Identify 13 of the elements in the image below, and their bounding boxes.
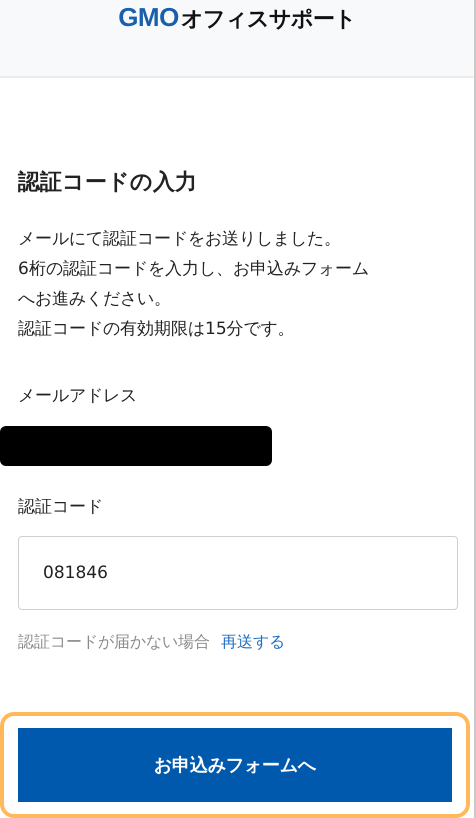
description-text: 6桁の認証コードを入力し、お申込みフォーム [18,258,370,281]
logo-service-text: オフィスサポート [180,6,356,34]
code-label: 認証コード [18,496,104,519]
description-text: 認証コードの有効期限は15分です。 [18,318,296,341]
description-text: へお進みください。 [18,288,172,311]
description-text: メールにて認証コードをお送りしました。 [18,228,342,251]
page-title: 認証コードの入力 [18,169,198,197]
logo-brand-text: GMO [118,2,179,33]
resend-link[interactable]: 再送する [221,632,286,651]
code-input-field[interactable]: 081846 [18,536,458,610]
submit-button[interactable]: お申込みフォームへ [18,728,452,802]
email-label: メールアドレス [18,385,138,408]
resend-hint-text: 認証コードが届かない場合 [18,632,210,651]
